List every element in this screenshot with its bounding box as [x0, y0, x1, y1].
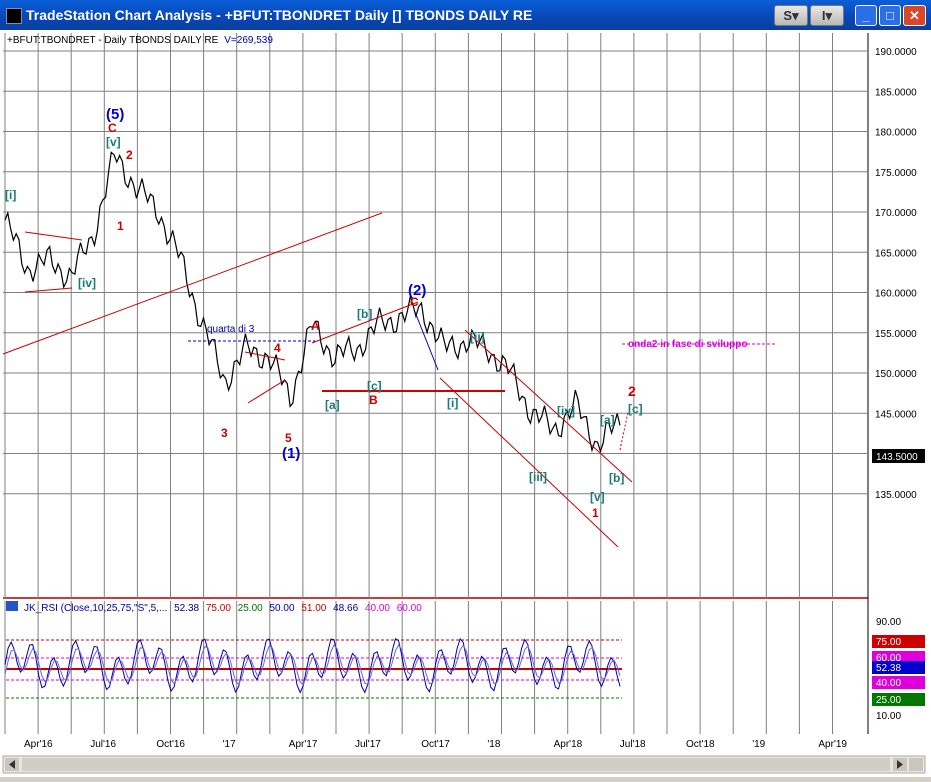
wave-label: [a]: [600, 413, 615, 427]
price-axis-label: 175.0000: [875, 168, 917, 179]
wave-label: [b]: [357, 307, 372, 321]
insert-button[interactable]: I▾: [810, 5, 844, 26]
wave-label: 1: [117, 219, 124, 233]
wave-label: 1: [592, 506, 599, 520]
time-axis-label: '19: [752, 739, 765, 750]
rsi-name: JK_RSI (Close,10,25,75,"S",5,...: [24, 603, 167, 614]
price-axis-label: 180.0000: [875, 128, 917, 139]
chevron-down-icon: ▾: [825, 8, 833, 23]
rsi-value: 25.00: [238, 603, 263, 614]
wave-label: 5: [285, 431, 292, 445]
rsi-value: 75.00: [206, 603, 231, 614]
wave-label: [b]: [609, 471, 624, 485]
chart-window: +BFUT:TBONDRET - Daily TBONDS DAILY RE V=…: [0, 30, 931, 777]
wave-label: 2: [126, 148, 133, 162]
style-button[interactable]: S▾: [774, 5, 808, 26]
wave-label: [c]: [367, 379, 382, 393]
wave-label: 4: [274, 341, 281, 355]
wave-label: 3: [221, 426, 228, 440]
wave-label: [iii]: [529, 470, 547, 484]
app-icon[interactable]: [6, 8, 22, 24]
wave-label: 2: [628, 383, 636, 399]
wave-label: B: [369, 393, 378, 407]
time-axis-label: Jul'18: [620, 739, 646, 750]
wave-label: A: [311, 319, 320, 333]
minimize-button[interactable]: _: [855, 5, 877, 26]
chevron-down-icon: ▾: [792, 8, 799, 23]
scrollbar-thumb[interactable]: [22, 758, 890, 771]
chart-symbol-label: +BFUT:TBONDRET - Daily TBONDS DAILY RE V=…: [7, 35, 273, 46]
maximize-button[interactable]: □: [879, 5, 901, 26]
price-axis-label: 135.0000: [875, 490, 917, 501]
time-axis-label: Oct'17: [421, 739, 450, 750]
wave-label: [v]: [106, 135, 121, 149]
chart-symbol-text: +BFUT:TBONDRET - Daily TBONDS DAILY RE: [7, 35, 219, 46]
time-axis-label: Jul'17: [355, 739, 381, 750]
wave-label: [a]: [325, 398, 340, 412]
time-axis-label: Apr'18: [554, 739, 583, 750]
price-axis-label: 170.0000: [875, 208, 917, 219]
time-axis-label: Apr'16: [24, 739, 53, 750]
wave-label: C: [410, 295, 419, 309]
wave-label: [iv]: [557, 404, 575, 418]
rsi-value: 51.00: [301, 603, 326, 614]
time-axis-label: '17: [223, 739, 236, 750]
rsi-axis-label: 10.00: [876, 711, 901, 722]
rsi-badge-text: 52.38: [876, 663, 901, 674]
time-axis-label: Oct'18: [686, 739, 715, 750]
time-axis-label: Apr'17: [289, 739, 318, 750]
rsi-axis-label: 90.00: [876, 617, 901, 628]
wave-label: [v]: [590, 490, 605, 504]
price-axis-label: 185.0000: [875, 87, 917, 98]
title-bar: TradeStation Chart Analysis - +BFUT:TBON…: [0, 0, 931, 30]
price-axis-label: 165.0000: [875, 248, 917, 259]
time-axis-label: Apr'19: [818, 739, 847, 750]
wave-label: [i]: [447, 396, 458, 410]
rsi-badge-text: 25.00: [876, 695, 901, 706]
rsi-indicator-icon[interactable]: [6, 601, 18, 611]
rsi-value: 60.00: [397, 603, 422, 614]
last-price-value: 143.5000: [876, 452, 918, 463]
volume-label: V=269,539: [224, 35, 273, 46]
style-button-label: S: [783, 8, 793, 23]
wave-1-label: (1): [282, 445, 300, 462]
wave-label: [c]: [628, 402, 643, 416]
scroll-end-button[interactable]: [909, 758, 923, 771]
price-axis-label: 155.0000: [875, 329, 917, 340]
chart-canvas[interactable]: +BFUT:TBONDRET - Daily TBONDS DAILY RE V=…: [0, 30, 931, 777]
wave-label: [ii]: [470, 330, 485, 344]
close-button[interactable]: ✕: [903, 5, 926, 26]
rsi-badge-text: 40.00: [876, 678, 901, 689]
wave-label: C: [108, 121, 117, 135]
rsi-badge-text: 75.00: [876, 637, 901, 648]
minimize-icon: _: [862, 8, 870, 23]
wave-label: [i]: [5, 188, 16, 202]
close-icon: ✕: [909, 8, 920, 23]
price-axis-label: 190.0000: [875, 47, 917, 58]
price-axis-label: 150.0000: [875, 369, 917, 380]
quarta-di-3-label: quarta di 3: [207, 324, 255, 335]
time-axis-label: Jul'16: [90, 739, 116, 750]
rsi-value: 40.00: [365, 603, 390, 614]
onda2-label: onda2 in fase di sviluppo: [628, 339, 747, 350]
window-title: TradeStation Chart Analysis - +BFUT:TBON…: [26, 7, 533, 23]
time-axis-label: '18: [487, 739, 500, 750]
rsi-value: 52.38: [174, 603, 199, 614]
maximize-icon: □: [886, 8, 894, 23]
rsi-value: 50.00: [270, 603, 295, 614]
price-axis-label: 160.0000: [875, 289, 917, 300]
price-axis-label: 145.0000: [875, 409, 917, 420]
wave-label: [iv]: [78, 276, 96, 290]
rsi-value: 48.66: [333, 603, 358, 614]
price-axis[interactable]: 190.0000 185.0000 180.0000 175.0000 170.0000…: [875, 47, 917, 501]
time-axis-label: Oct'16: [156, 739, 185, 750]
